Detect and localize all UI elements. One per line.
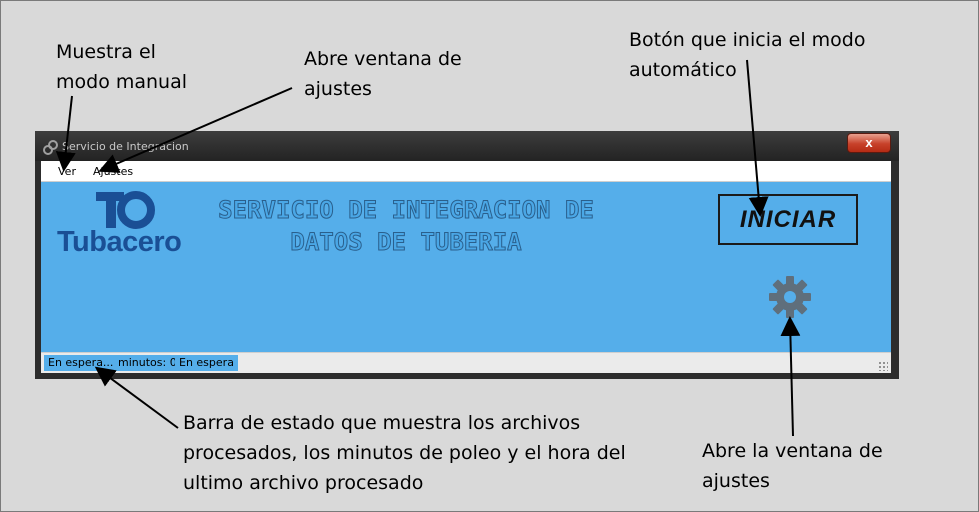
arrow-start-button (746, 59, 769, 217)
arrow-settings-icon (780, 316, 801, 437)
arrow-settings-menu (98, 87, 293, 173)
arrow-manual-mode (55, 95, 76, 172)
arrow-status-bar (94, 366, 179, 429)
annotation-arrows (55, 59, 801, 437)
